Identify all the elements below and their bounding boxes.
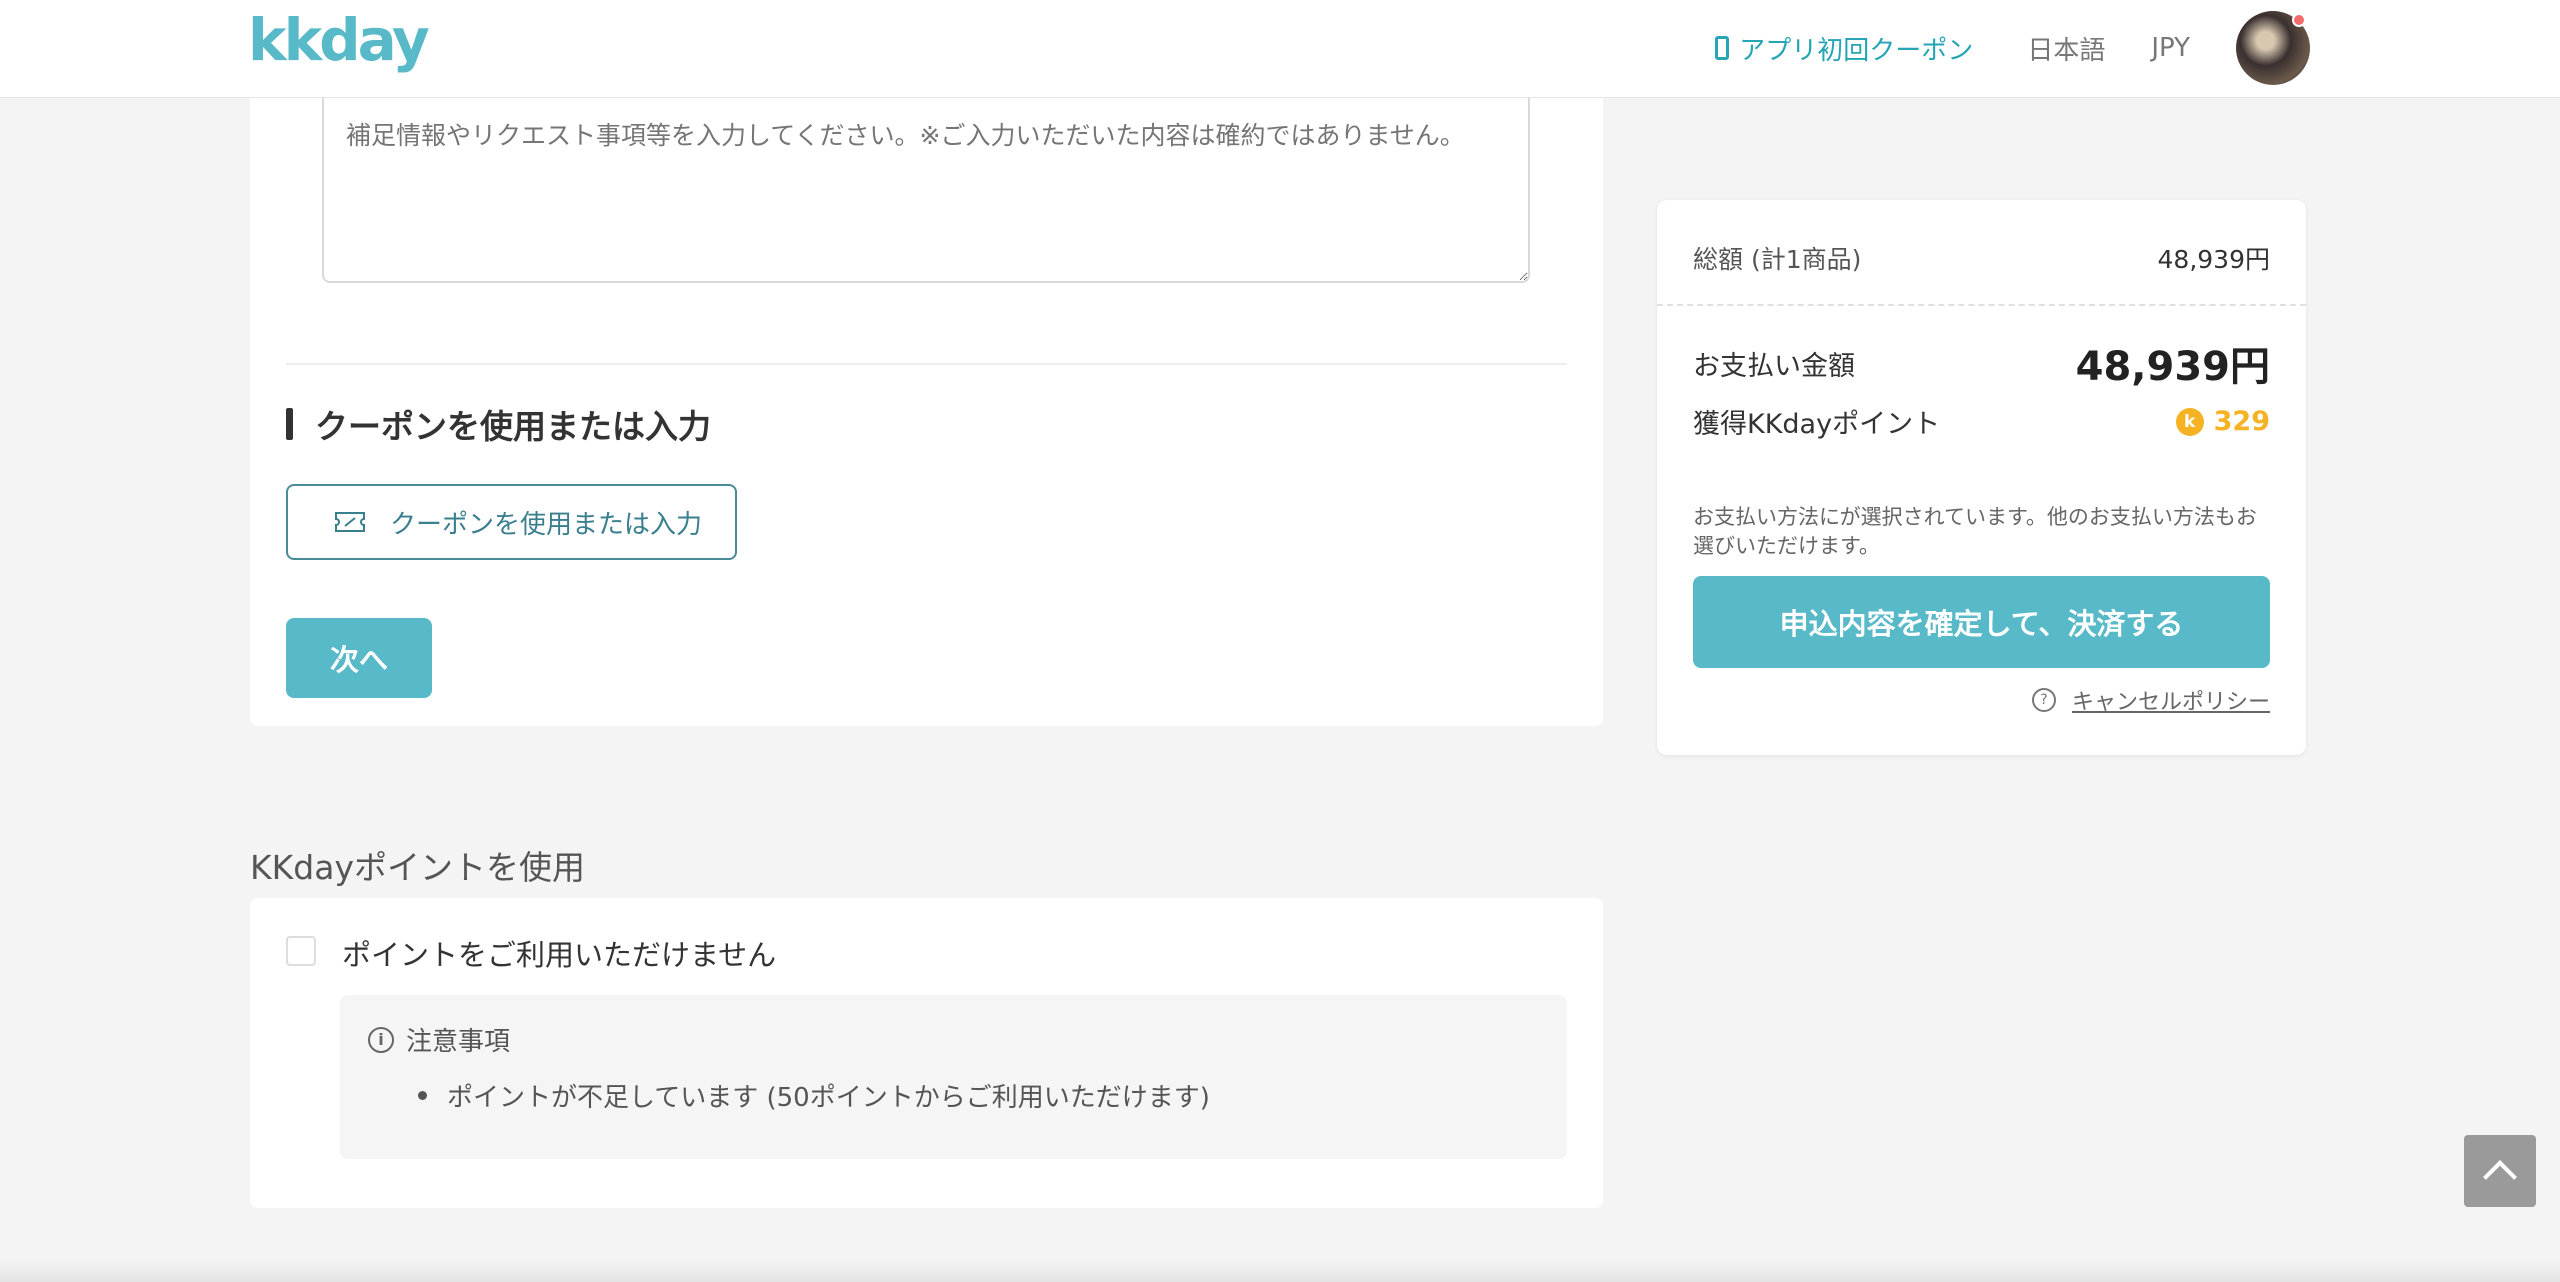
total-row: 総額 (計1商品) 48,939円	[1693, 240, 2270, 276]
back-to-top-button[interactable]	[2464, 1135, 2536, 1207]
use-coupon-label: クーポンを使用または入力	[390, 509, 703, 540]
earned-points-number: 329	[2213, 406, 2270, 437]
payment-amount-row: お支払い金額 48,939円	[1693, 334, 2270, 392]
app-coupon-label: アプリ初回クーポン	[1739, 35, 1974, 66]
request-notes-textarea[interactable]	[322, 98, 1530, 283]
earned-points-value: k 329	[2175, 406, 2270, 437]
bullet-icon	[418, 1091, 427, 1100]
coupon-section-title: クーポンを使用または入力	[286, 400, 711, 448]
confirm-and-pay-button[interactable]: 申込内容を確定して、決済する	[1693, 576, 2270, 668]
points-section-heading: KKdayポイントを使用	[250, 848, 585, 887]
booking-form-card: クーポンを使用または入力 クーポンを使用または入力 次へ	[250, 98, 1603, 726]
phone-icon	[1715, 36, 1730, 60]
notice-list-item: ポイントが不足しています (50ポイントからご利用いただけます)	[418, 1077, 1210, 1114]
use-coupon-button[interactable]: クーポンを使用または入力	[286, 484, 737, 560]
payment-value: 48,939円	[2075, 344, 2270, 390]
use-points-checkbox[interactable]	[286, 936, 316, 966]
app-coupon-link[interactable]: アプリ初回クーポン	[1715, 30, 1973, 67]
earned-points-row: 獲得KKdayポイント k 329	[1693, 402, 2270, 441]
payment-method-note: お支払い方法にが選択されています。他のお支払い方法もお選びいただけます。	[1693, 505, 2257, 558]
dashed-divider	[1657, 304, 2306, 306]
currency-selector[interactable]: JPY	[2151, 33, 2190, 63]
total-value: 48,939円	[2157, 245, 2270, 274]
notice-header: i 注意事項	[368, 1021, 510, 1058]
language-selector[interactable]: 日本語	[2027, 30, 2105, 67]
bottom-bar-shadow	[0, 1258, 2560, 1282]
use-points-label: ポイントをご利用いただけません	[342, 938, 777, 972]
ticket-icon	[335, 512, 365, 532]
next-button[interactable]: 次へ	[286, 618, 432, 698]
kkday-coin-icon: k	[2175, 407, 2204, 436]
info-icon: i	[368, 1026, 394, 1053]
points-card: ポイントをご利用いただけません i 注意事項 ポイントが不足しています (50ポ…	[250, 898, 1603, 1208]
section-divider	[286, 363, 1567, 365]
notice-title: 注意事項	[406, 1027, 511, 1057]
top-header: kkday アプリ初回クーポン 日本語 JPY	[0, 0, 2560, 98]
title-accent-bar	[286, 408, 293, 440]
order-summary-card: 総額 (計1商品) 48,939円 お支払い金額 48,939円 獲得KKday…	[1657, 200, 2306, 755]
cancel-policy-link[interactable]: ? キャンセルポリシー	[2031, 684, 2270, 716]
user-avatar[interactable]	[2236, 11, 2310, 85]
chevron-up-icon	[2483, 1160, 2517, 1194]
header-nav: アプリ初回クーポン 日本語 JPY	[1715, 8, 2310, 88]
cancel-policy-text: キャンセルポリシー	[2071, 690, 2270, 715]
notice-item-text: ポイントが不足しています (50ポイントからご利用いただけます)	[447, 1083, 1210, 1113]
payment-label: お支払い金額	[1693, 350, 1855, 382]
kkday-logo[interactable]: kkday	[248, 8, 434, 84]
earned-points-label: 獲得KKdayポイント	[1693, 409, 1941, 440]
svg-text:kkday: kkday	[248, 8, 429, 74]
coupon-section-title-text: クーポンを使用または入力	[315, 407, 711, 446]
notification-dot	[2292, 13, 2306, 27]
total-label: 総額 (計1商品)	[1693, 245, 1862, 274]
points-notice-box: i 注意事項 ポイントが不足しています (50ポイントからご利用いただけます)	[340, 995, 1567, 1159]
question-icon: ?	[2031, 688, 2056, 712]
